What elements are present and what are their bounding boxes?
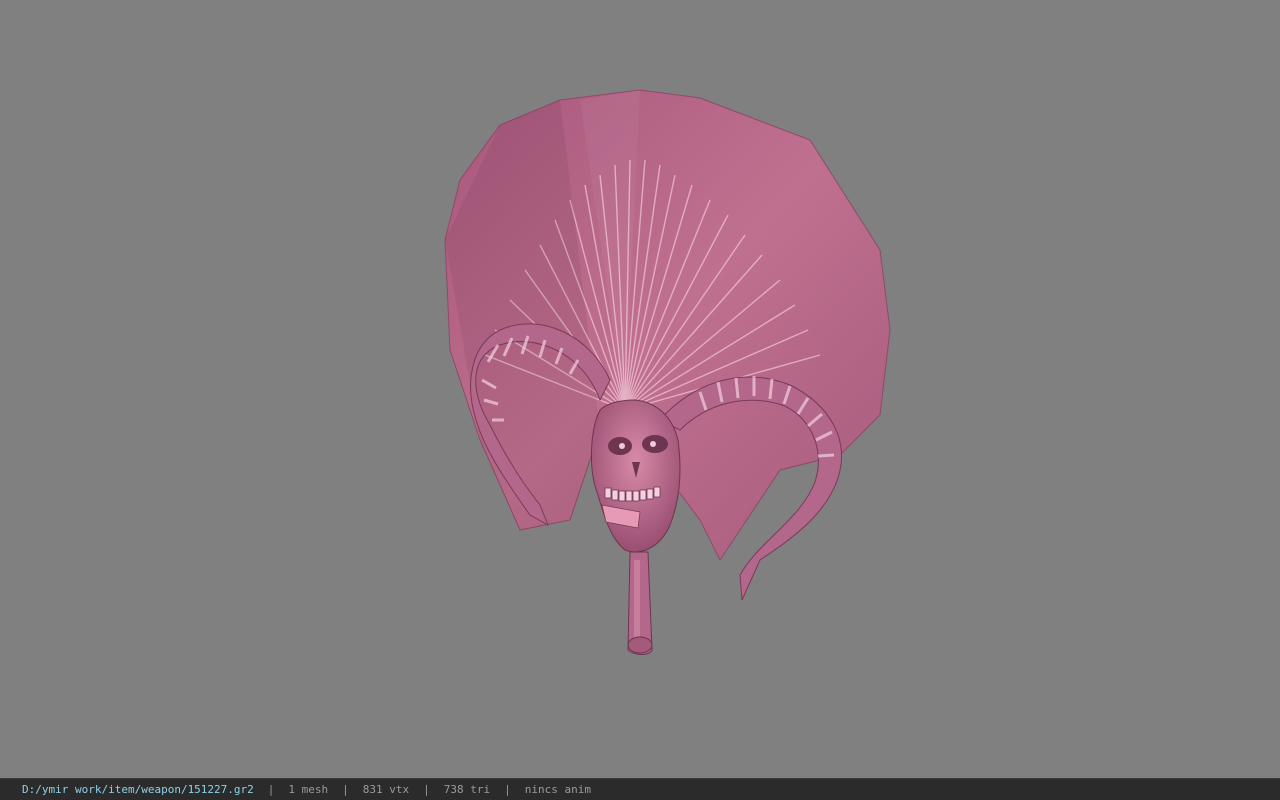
weapon-model xyxy=(444,89,891,655)
separator: | xyxy=(342,783,349,796)
separator: | xyxy=(423,783,430,796)
status-bar: D:/ymir work/item/weapon/151227.gr2 | 1 … xyxy=(0,778,1280,800)
vertex-count: 831 vtx xyxy=(362,783,410,796)
triangle-count: 738 tri xyxy=(443,783,491,796)
skull xyxy=(591,399,681,553)
separator: | xyxy=(267,783,275,796)
3d-viewport[interactable] xyxy=(0,0,1280,778)
mesh-count: 1 mesh xyxy=(288,783,329,796)
handle xyxy=(627,551,653,655)
separator: | xyxy=(504,783,511,796)
file-path: D:/ymir work/item/weapon/151227.gr2 xyxy=(22,783,254,796)
animation-status: nincs anim xyxy=(524,783,591,796)
